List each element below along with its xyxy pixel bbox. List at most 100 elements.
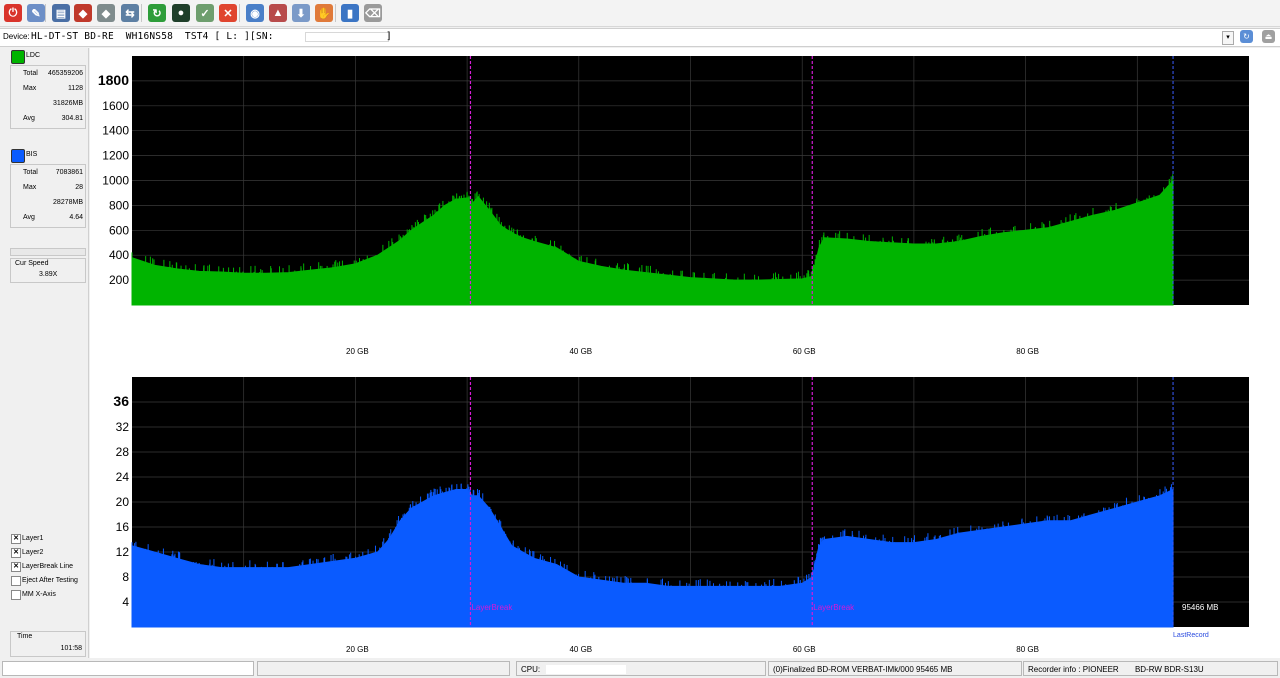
properties-icon[interactable]: ✎ <box>27 4 45 22</box>
layerbreak-label: LayerBreak <box>471 603 513 612</box>
time-value: 101:58 <box>60 645 82 652</box>
option-checkbox-0[interactable]: ✕ <box>11 534 21 544</box>
serial-number-field <box>305 32 389 42</box>
chart-0: 200 400 600 800 1000 1200 1400 1600 1800 20 GB 40 … <box>98 56 1249 356</box>
cpu-status: CPU: <box>516 661 766 676</box>
y-tick-label: 32 <box>116 420 130 434</box>
y-tick-label: 28 <box>116 445 130 459</box>
y-tick-label: 8 <box>122 570 129 584</box>
option-label-0: Layer1 <box>22 535 44 542</box>
charts-svg: 200 400 600 800 1000 1200 1400 1600 1800 20 GB 40 … <box>98 56 1249 654</box>
bis-avg-value: 4.64 <box>69 214 83 221</box>
y-tick-label: 1600 <box>102 99 129 113</box>
ldc-legend-swatch <box>11 50 25 64</box>
ldc-avg-value: 304.81 <box>61 115 83 122</box>
x-tick-label: 80 GB <box>1016 645 1039 654</box>
bis-legend-label: BIS <box>26 151 38 158</box>
chart-1: LayerBreak LayerBreak LastRecord 95466 MB 4 8… <box>113 377 1249 654</box>
y-tick-label: 400 <box>109 248 129 262</box>
progress-bar <box>10 248 86 256</box>
x-tick-label: 20 GB <box>346 347 369 356</box>
x-tick-label: 40 GB <box>569 347 592 356</box>
save-icon[interactable]: ⬇ <box>292 4 310 22</box>
option-checkbox-4[interactable] <box>11 590 21 600</box>
toolbar-separator <box>141 4 142 22</box>
speed-box: Cur Speed 3.89X <box>10 258 86 283</box>
blue-disc-icon[interactable]: ◉ <box>246 4 264 22</box>
refresh-icon[interactable]: ↻ <box>148 4 166 22</box>
bis-avg-label: Avg <box>23 214 35 221</box>
y-tick-label: 200 <box>109 273 129 287</box>
chart-area: 200 400 600 800 1000 1200 1400 1600 1800 20 GB 40 … <box>90 48 1280 658</box>
time-label: Time <box>17 633 33 640</box>
disc-red-icon[interactable]: ◆ <box>74 4 92 22</box>
speed-value: 3.89X <box>39 271 58 278</box>
recorder-label: Recorder info : PIONEER <box>1028 665 1119 674</box>
ldc-avg-label: Avg <box>23 115 35 122</box>
device-value[interactable]: HL-DT-ST BD-RE WH16NS58 TST4 [ L: ][SN: <box>31 31 274 42</box>
y-tick-label: 20 <box>116 495 130 509</box>
last-record-label: LastRecord <box>1173 632 1209 639</box>
option-checkbox-2[interactable]: ✕ <box>11 562 21 572</box>
y-tick-label: 1400 <box>102 124 129 138</box>
device-bar: Device: HL-DT-ST BD-RE WH16NS58 TST4 [ L… <box>0 28 1280 47</box>
eject-icon[interactable]: ⏏ <box>1262 30 1275 43</box>
time-box: Time 101:58 <box>10 631 86 657</box>
ldc-legend-label: LDC <box>26 52 41 59</box>
option-label-3: Eject After Testing <box>22 577 78 584</box>
stop-icon[interactable]: ✕ <box>219 4 237 22</box>
verify-icon[interactable]: ✓ <box>196 4 214 22</box>
option-label-4: MM X-Axis <box>22 591 56 598</box>
device-refresh-icon[interactable]: ↻ <box>1240 30 1253 43</box>
y-tick-label: 24 <box>116 470 130 484</box>
toolbar: ⏻ ✎ ▤ ◆ ◆ ⇆ ↻ ● ✓ ✕ ◉ ▲ ⬇ ✋ ▮ ⌫ <box>0 0 1280 27</box>
disc-scan-icon[interactable]: ● <box>172 4 190 22</box>
x-tick-label: 20 GB <box>346 645 369 654</box>
option-label-2: LayerBreak Line <box>22 563 73 570</box>
cpu-meter <box>546 665 627 675</box>
status-message-field <box>2 661 254 676</box>
bis-total-value: 7083861 <box>55 169 83 176</box>
recorder-info-status: Recorder info : PIONEER BD-RW BDR-S13U <box>1023 661 1278 676</box>
device-close-bracket: ] <box>386 31 392 42</box>
disc-info-status: (0)Finalized BD-ROM VERBAT-IMk/000 95465… <box>768 661 1022 676</box>
y-tick-label: 4 <box>122 595 129 609</box>
option-checkbox-3[interactable] <box>11 576 21 586</box>
speed-label: Cur Speed <box>15 260 49 267</box>
disc-gray-icon[interactable]: ◆ <box>97 4 115 22</box>
ldc-max-position: 31826MB <box>53 100 83 107</box>
bis-stats: Total 7083861 Max 28 28278MB Avg 4.64 <box>10 164 86 228</box>
ldc-max-label: Max <box>23 85 37 92</box>
bis-total-label: Total <box>23 169 38 176</box>
drive-info-icon[interactable]: ▤ <box>52 4 70 22</box>
end-size-label: 95466 MB <box>1182 603 1218 612</box>
status-progress-field <box>257 661 510 676</box>
x-tick-label: 60 GB <box>793 645 816 654</box>
hand-icon[interactable]: ✋ <box>315 4 333 22</box>
toolbar-separator <box>335 4 336 22</box>
eraser-icon[interactable]: ⌫ <box>364 4 382 22</box>
erase-icon[interactable]: ⏻ <box>4 4 22 22</box>
toolbar-separator <box>45 4 46 22</box>
bis-max-value: 28 <box>75 184 83 191</box>
copy-disc-icon[interactable]: ⇆ <box>121 4 139 22</box>
y-tick-label: 600 <box>109 223 129 237</box>
option-label-1: Layer2 <box>22 549 44 556</box>
bis-max-label: Max <box>23 184 37 191</box>
y-tick-label: 1000 <box>102 174 129 188</box>
x-tick-label: 80 GB <box>1016 347 1039 356</box>
y-tick-label: 800 <box>109 198 129 212</box>
y-tick-label: 16 <box>116 520 130 534</box>
ldc-total-label: Total <box>23 70 38 77</box>
recorder-model: BD-RW BDR-S13U <box>1134 665 1204 674</box>
toolbar-separator <box>239 4 240 22</box>
device-dropdown-button[interactable]: ▾ <box>1222 31 1234 45</box>
burn-icon[interactable]: ▲ <box>269 4 287 22</box>
bis-legend-swatch <box>11 149 25 163</box>
cpu-label: CPU: <box>521 665 541 674</box>
y-tick-label: 12 <box>116 545 130 559</box>
chart-icon[interactable]: ▮ <box>341 4 359 22</box>
device-label: Device: <box>3 32 30 41</box>
option-checkbox-1[interactable]: ✕ <box>11 548 21 558</box>
x-tick-label: 60 GB <box>793 347 816 356</box>
